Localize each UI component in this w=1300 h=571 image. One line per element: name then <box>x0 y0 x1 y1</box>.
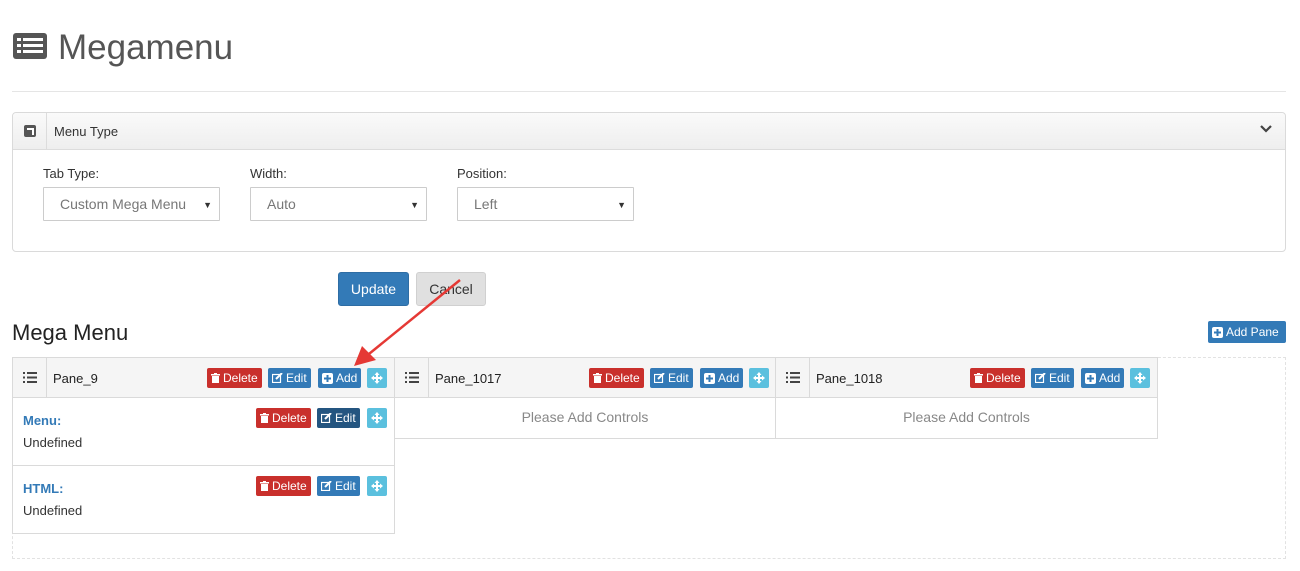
pane-edit-button[interactable]: Edit <box>268 368 311 388</box>
control-label: HTML: <box>23 481 64 496</box>
trash-icon <box>211 373 220 383</box>
divider <box>12 91 1286 92</box>
width-label: Width: <box>250 166 287 181</box>
pane-delete-button[interactable]: Delete <box>207 368 262 388</box>
pane-header: Pane_1018 Delete Edit Add <box>776 358 1157 398</box>
tab-type-value: Custom Mega Menu <box>60 196 187 212</box>
pane-delete-button[interactable]: Delete <box>970 368 1025 388</box>
control-row-html: HTML: Undefined Delete Edit <box>13 466 394 534</box>
empty-pane-message: Please Add Controls <box>903 409 1030 425</box>
menu-type-panel: Menu Type Tab Type: Custom Mega Menu ▼ W… <box>12 112 1286 252</box>
move-arrows-icon[interactable] <box>367 476 387 496</box>
drag-list-icon[interactable] <box>13 358 47 397</box>
edit-icon <box>321 481 332 491</box>
control-row-menu: Menu: Undefined Delete Edit <box>13 398 394 466</box>
edit-label: Edit <box>286 371 307 385</box>
edit-label: Edit <box>1049 371 1070 385</box>
pane-edit-button[interactable]: Edit <box>650 368 693 388</box>
move-arrows-icon[interactable] <box>367 408 387 428</box>
tab-type-select[interactable]: Custom Mega Menu ▼ <box>43 187 220 221</box>
edit-label: Edit <box>668 371 689 385</box>
page-title: Megamenu <box>58 28 234 67</box>
trash-icon <box>974 373 983 383</box>
edit-label: Edit <box>335 411 356 425</box>
position-label: Position: <box>457 166 507 181</box>
move-arrows-icon[interactable] <box>1130 368 1150 388</box>
control-edit-button[interactable]: Edit <box>317 476 360 496</box>
trash-icon <box>260 413 269 423</box>
width-select[interactable]: Auto ▼ <box>250 187 427 221</box>
edit-icon <box>321 413 332 423</box>
edit-icon <box>1035 373 1046 383</box>
add-label: Add <box>718 371 740 385</box>
caret-down-icon: ▼ <box>410 200 419 210</box>
pane-name: Pane_9 <box>53 371 98 386</box>
plus-square-icon <box>704 372 715 384</box>
control-value: Undefined <box>23 435 83 450</box>
control-edit-button[interactable]: Edit <box>317 408 360 428</box>
plus-square-icon <box>322 372 333 384</box>
tab-type-label: Tab Type: <box>43 166 100 181</box>
delete-label: Delete <box>272 479 307 493</box>
add-pane-button[interactable]: Add Pane <box>1208 321 1286 343</box>
add-pane-label: Add Pane <box>1226 325 1279 339</box>
pane-header: Pane_9 Delete Edit Add <box>13 358 394 398</box>
delete-label: Delete <box>223 371 258 385</box>
pane-add-button[interactable]: Add <box>1081 368 1125 388</box>
control-delete-button[interactable]: Delete <box>256 408 311 428</box>
plus-square-icon <box>1085 372 1096 384</box>
trash-icon <box>260 481 269 491</box>
delete-label: Delete <box>272 411 307 425</box>
move-arrows-icon[interactable] <box>749 368 769 388</box>
pane-edit-button[interactable]: Edit <box>1031 368 1074 388</box>
trash-icon <box>593 373 602 383</box>
empty-pane-message: Please Add Controls <box>521 409 649 425</box>
edit-icon <box>654 373 665 383</box>
edit-icon <box>272 373 283 383</box>
control-value: Undefined <box>23 503 83 518</box>
plus-square-icon <box>1212 326 1223 338</box>
menu-type-panel-header[interactable]: Menu Type <box>13 113 1285 150</box>
delete-label: Delete <box>605 371 640 385</box>
width-value: Auto <box>267 196 296 212</box>
external-link-icon <box>13 113 47 149</box>
pane-pane-1018: Pane_1018 Delete Edit Add Please Add Con… <box>775 357 1158 439</box>
section-title: Mega Menu <box>12 320 129 345</box>
caret-down-icon: ▼ <box>203 200 212 210</box>
position-select[interactable]: Left ▼ <box>457 187 634 221</box>
pane-delete-button[interactable]: Delete <box>589 368 644 388</box>
edit-label: Edit <box>335 479 356 493</box>
pane-pane-9: Pane_9 Delete Edit Add Menu: Undefined D… <box>12 357 395 534</box>
control-label: Menu: <box>23 413 62 428</box>
annotation-arrow-icon <box>354 279 461 366</box>
position-value: Left <box>474 196 498 212</box>
pane-name: Pane_1018 <box>816 371 883 386</box>
drag-list-icon[interactable] <box>776 358 810 397</box>
pane-add-button[interactable]: Add <box>700 368 744 388</box>
list-alt-icon <box>13 33 47 59</box>
chevron-down-icon[interactable] <box>1259 122 1273 136</box>
delete-label: Delete <box>986 371 1021 385</box>
add-label: Add <box>1099 371 1121 385</box>
caret-down-icon: ▼ <box>617 200 626 210</box>
control-delete-button[interactable]: Delete <box>256 476 311 496</box>
panel-title: Menu Type <box>54 124 119 139</box>
